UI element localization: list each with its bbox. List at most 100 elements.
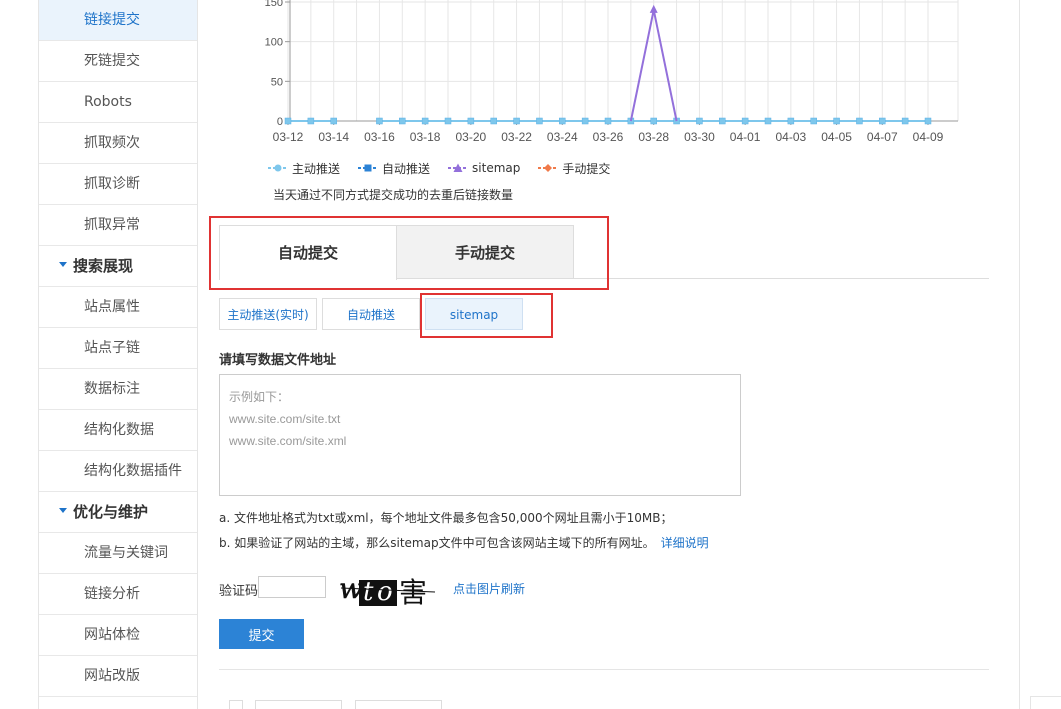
sidebar-item[interactable]: 抓取频次 [39,123,197,164]
data-point [719,117,726,125]
sidebar-item[interactable]: 数据标注 [39,369,197,410]
data-point [879,117,886,125]
data-point [307,117,315,125]
x-tick-label: 04-03 [776,130,807,144]
x-tick-label: 04-07 [867,130,898,144]
x-tick-label: 03-30 [684,130,715,144]
x-tick-label: 03-24 [547,130,578,144]
x-tick-label: 03-12 [273,130,304,144]
sidebar-group[interactable]: 搜索展现 [39,246,197,287]
bottom-field[interactable] [255,700,342,709]
chart-caption: 当天通过不同方式提交成功的去重后链接数量 [273,188,514,202]
data-point [421,117,429,125]
placeholder-line: www.site.com/site.txt [229,412,341,426]
sidebar-item[interactable]: 链接提交 [39,0,197,41]
x-tick-label: 04-09 [913,130,944,144]
x-tick-label: 03-22 [501,130,532,144]
legend-item[interactable]: 自动推送 [358,160,430,177]
sitemap-url-textarea[interactable]: 示例如下： www.site.com/site.txt www.site.com… [219,374,741,496]
legend-item[interactable]: 手动提交 [538,160,610,177]
caret-down-icon [59,262,67,267]
highlight-box-sitemap [420,293,553,338]
x-tick-label: 04-01 [730,130,761,144]
sidebar-group-label: 搜索展现 [73,257,134,275]
captcha-refresh-link[interactable]: 点击图片刷新 [453,580,525,597]
subtab-auto-push[interactable]: 自动推送 [322,298,420,330]
data-point [604,117,612,125]
data-point [901,117,909,125]
svg-text:o: o [377,577,393,607]
caret-down-icon [59,508,67,513]
sidebar-group-label: 优化与维护 [73,503,149,521]
data-point [376,117,383,125]
y-tick-label: 100 [265,37,283,49]
legend-label: 主动推送 [292,161,341,176]
data-point [649,4,658,13]
captcha-label: 验证码 [219,584,259,599]
data-point [399,117,406,125]
data-point [856,117,863,125]
sidebar-item[interactable]: 网站体检 [39,615,197,656]
legend-marker-icon [358,164,379,172]
chart-legend: 主动推送 自动推送 sitemap 手动提交 [268,158,628,178]
captcha-input[interactable] [258,576,326,598]
highlight-box-main-tabs [209,216,609,290]
sidebar-group[interactable]: 优化与维护 [39,492,197,533]
data-point [513,117,520,125]
sidebar-item[interactable]: 结构化数据插件 [39,451,197,492]
x-tick-label: 03-20 [456,130,487,144]
svg-text:害: 害 [399,576,427,608]
sidebar-item[interactable]: Robots [39,82,197,123]
legend-marker-icon [538,164,559,172]
data-point [650,117,657,125]
data-point [284,117,292,125]
data-point [764,117,772,125]
legend-item[interactable]: sitemap [448,161,520,175]
data-file-label: 请填写数据文件地址 [219,353,337,368]
section-divider [219,669,989,670]
data-point [581,117,589,125]
content-right-border [1019,0,1020,709]
sidebar-item[interactable]: 链接分析 [39,574,197,615]
data-point [924,117,932,125]
sidebar: 链接提交 死链提交 Robots 抓取频次 抓取诊断 抓取异常搜索展现站点属性 站点子链 数据… [38,0,198,709]
sidebar-item[interactable]: 网站改版 [39,656,197,697]
data-point [559,117,566,125]
sidebar-item[interactable]: 抓取异常 [39,205,197,246]
x-tick-label: 03-26 [593,130,624,144]
sidebar-item[interactable]: 死链提交 [39,41,197,82]
details-link[interactable]: 详细说明 [661,536,709,550]
legend-label: sitemap [472,161,521,175]
x-tick-label: 03-14 [318,130,349,144]
x-tick-label: 03-28 [638,130,669,144]
y-tick-label: 150 [265,0,283,9]
sidebar-item[interactable]: 抓取诊断 [39,164,197,205]
y-tick-label: 50 [271,76,283,88]
sidebar-item[interactable]: 站点属性 [39,287,197,328]
placeholder-line: www.site.com/site.xml [229,434,347,448]
data-point [696,117,703,125]
sidebar-item[interactable]: 站点子链 [39,328,197,369]
sidebar-item[interactable]: 结构化数据 [39,410,197,451]
subtab-active-push[interactable]: 主动推送(实时) [219,298,317,330]
svg-text:t: t [363,577,374,607]
legend-label: 自动推送 [382,161,431,176]
placeholder-line: 示例如下： [229,390,290,404]
data-point [490,117,497,125]
sidebar-item[interactable]: 流量与关键词 [39,533,197,574]
bottom-checkbox[interactable] [229,700,243,709]
corner-widget [1030,696,1061,709]
data-point [787,117,795,125]
note-format: a. 文件地址格式为txt或xml，每个地址文件最多包含50,000个网址且需小… [219,511,673,525]
data-point [536,117,543,125]
data-point [444,117,452,125]
captcha-image[interactable]: w t o 害 [337,568,439,608]
note-domain: b. 如果验证了网站的主域，那么sitemap文件中可包含该网站主域下的所有网址… [219,534,709,551]
x-tick-label: 03-18 [410,130,441,144]
y-tick-label: 0 [277,116,283,128]
submit-button[interactable]: 提交 [219,619,304,649]
bottom-field[interactable] [355,700,442,709]
legend-item[interactable]: 主动推送 [268,160,340,177]
note-domain-text: b. 如果验证了网站的主域，那么sitemap文件中可包含该网站主域下的所有网址… [219,536,655,550]
submission-chart: 0 50 100 150 03-12 03-14 03-16 03-18 03-20 03-22 0… [265,0,959,144]
